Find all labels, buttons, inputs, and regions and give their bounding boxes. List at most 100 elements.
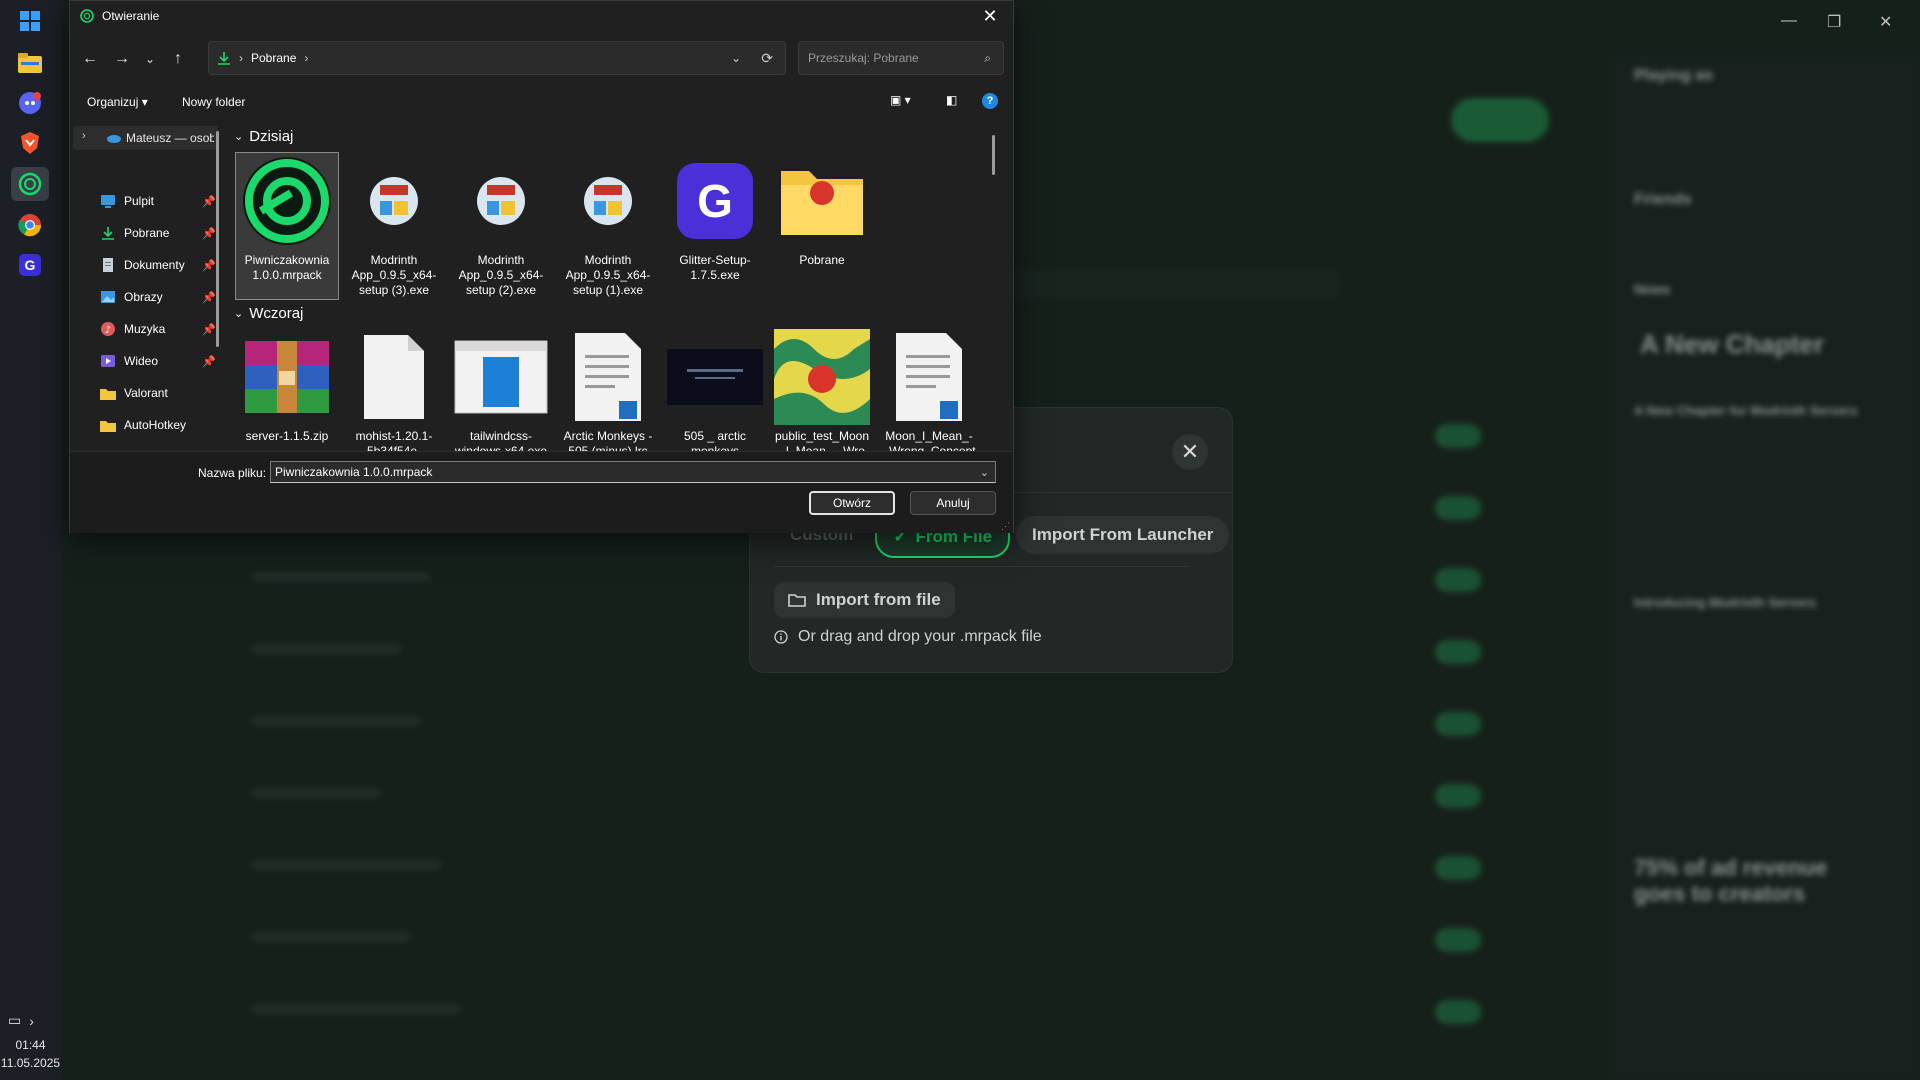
breadcrumb-pobrane[interactable]: Pobrane	[251, 51, 296, 65]
preview-pane-icon[interactable]: ◧	[946, 93, 957, 107]
file-item[interactable]: Modrinth App_0.9.5_x64-setup (1).exe	[557, 153, 659, 299]
file-item[interactable]: Piwniczakownia 1.0.0.mrpack	[235, 152, 339, 300]
drag-drop-hint: Or drag and drop your .mrpack file	[774, 628, 1042, 646]
file-item[interactable]: Modrinth App_0.9.5_x64-setup (3).exe	[343, 153, 445, 299]
cancel-button[interactable]: Anuluj	[910, 491, 996, 515]
nav-buttons: ← → ⌄ ↑	[74, 41, 194, 77]
file-item[interactable]: 505 _ arctic monkeys	[664, 329, 766, 451]
nav-label: Muzyka	[124, 322, 166, 336]
modrinth-taskbar-icon[interactable]	[11, 167, 49, 201]
nav-pobrane[interactable]: Pobrane 📌	[100, 221, 216, 245]
help-icon[interactable]: ?	[982, 93, 998, 109]
open-button[interactable]: Otwórz	[809, 491, 895, 515]
back-arrow-icon[interactable]: ←	[74, 43, 106, 75]
forward-arrow-icon[interactable]: →	[106, 43, 138, 75]
clock-time[interactable]: 01:44	[0, 1038, 61, 1052]
nav-pulpit[interactable]: Pulpit 📌	[100, 189, 216, 213]
modrinth-icon	[237, 153, 337, 249]
nav-label: Pulpit	[124, 194, 155, 208]
download-icon	[218, 52, 230, 65]
monitor-icon[interactable]: ▭	[8, 1012, 21, 1029]
pin-icon: 📌	[202, 291, 216, 304]
file-name: mohist-1.20.1-5b34f54e-server.jar	[355, 429, 433, 451]
organize-menu[interactable]: Organizuj ▾	[87, 95, 148, 109]
breadcrumb-chevron-icon[interactable]: ›	[304, 51, 308, 65]
chevron-right-icon[interactable]: ›	[29, 1013, 34, 1029]
download-icon	[102, 227, 114, 240]
search-box[interactable]: Przeszukaj: Pobrane ⌕	[798, 41, 1004, 75]
file-item[interactable]: Moon_I_Mean_-_Wrong_Concept_l	[878, 329, 980, 451]
file-item[interactable]: Arctic Monkeys - 505 (minus) lrc	[557, 329, 659, 451]
file-name: server-1.1.5.zip	[245, 429, 329, 443]
blank-file-icon	[344, 329, 444, 425]
up-arrow-icon[interactable]: ↑	[162, 43, 194, 75]
glitter-taskbar-icon[interactable]: G	[11, 248, 49, 282]
import-from-file-button[interactable]: Import from file	[774, 582, 955, 618]
address-dropdown-icon[interactable]: ⌄	[731, 51, 741, 65]
news-banner-title: A New Chapter	[1640, 329, 1824, 359]
file-item[interactable]: tailwindcss-windows-x64.exe	[450, 329, 552, 451]
discord-icon[interactable]	[11, 86, 49, 120]
tab-import-from-launcher[interactable]: Import From Launcher	[1016, 516, 1230, 554]
file-list: ⌄ Dzisiaj Piwniczakownia 1.0.0.mrpack Mod…	[226, 119, 996, 451]
promo-text: 75% of ad revenue goes to creators	[1634, 855, 1828, 906]
clock-date[interactable]: 11.05.2025	[0, 1056, 61, 1070]
search-icon: ⌕	[984, 50, 991, 65]
file-item[interactable]: mohist-1.20.1-5b34f54e-server.jar	[343, 329, 445, 451]
file-item[interactable]: public_test_Moon_I_Mean_-_Wro	[771, 329, 873, 451]
file-name: tailwindcss-windows-x64.exe	[454, 429, 548, 451]
dialog-title: Otwieranie	[102, 9, 160, 23]
dialog-titlebar[interactable]: Otwieranie ✕	[70, 1, 1013, 31]
pin-icon: 📌	[202, 355, 216, 368]
windows-start-icon[interactable]	[11, 4, 49, 38]
file-item[interactable]: Modrinth App_0.9.5_x64-setup (2).exe	[450, 153, 552, 299]
file-name: Piwniczakownia 1.0.0.mrpack	[244, 253, 330, 282]
news-item-title: A New Chapter for Modrinth Servers	[1634, 403, 1858, 418]
nav-valorant[interactable]: Valorant	[100, 381, 216, 405]
dialog-close-x[interactable]: ✕	[967, 1, 1013, 31]
brave-icon[interactable]	[11, 126, 49, 160]
group-header-today[interactable]: ⌄ Dzisiaj	[234, 128, 293, 145]
resize-grip-icon[interactable]: ⋰	[1001, 521, 1010, 532]
group-header-yesterday[interactable]: ⌄ Wczoraj	[234, 305, 303, 322]
onedrive-root[interactable]: › Mateusz — osobi	[73, 126, 218, 150]
desktop-icon	[101, 195, 115, 208]
chrome-icon[interactable]	[11, 208, 49, 242]
group-label: Dzisiaj	[249, 128, 294, 145]
nav-label: Obrazy	[124, 290, 163, 304]
dialog-close-button[interactable]: ✕	[1172, 434, 1208, 470]
refresh-icon[interactable]: ⟳	[761, 50, 773, 67]
file-explorer-icon[interactable]	[11, 46, 49, 80]
file-item[interactable]: Pobrane	[771, 153, 873, 299]
nav-dokumenty[interactable]: Dokumenty 📌	[100, 253, 216, 277]
file-item[interactable]: server-1.1.5.zip	[236, 329, 338, 451]
nav-wideo[interactable]: Wideo 📌	[100, 349, 216, 373]
address-bar[interactable]: › Pobrane › ⌄ ⟳	[208, 41, 786, 75]
nav-autohotkey[interactable]: AutoHotkey	[100, 413, 216, 437]
nav-muzyka[interactable]: ♪ Muzyka 📌	[100, 317, 216, 341]
filename-label: Nazwa pliku:	[198, 466, 267, 480]
file-item[interactable]: G Glitter-Setup-1.7.5.exe	[664, 153, 766, 299]
filename-input[interactable]: Piwniczakownia 1.0.0.mrpack ⌄	[270, 461, 996, 483]
cloud-icon	[107, 135, 121, 143]
recent-dropdown-icon[interactable]: ⌄	[138, 43, 162, 75]
navigation-pane: › Mateusz — osobi Pulpit 📌 Pobrane 📌 Dokum…	[70, 119, 220, 451]
new-folder-button[interactable]: Nowy folder	[182, 95, 245, 109]
content-scrollbar[interactable]	[992, 135, 995, 175]
expand-chevron-icon[interactable]: ›	[82, 130, 86, 142]
nav-label: AutoHotkey	[124, 418, 187, 432]
installer-icon	[558, 153, 658, 249]
taskbar-tray[interactable]: ▭ ›	[8, 1012, 34, 1029]
news-heading: News	[1634, 281, 1671, 297]
drag-drop-text: Or drag and drop your .mrpack file	[798, 628, 1042, 645]
folder-icon	[772, 153, 872, 249]
pin-icon: 📌	[202, 259, 216, 272]
winrar-icon	[237, 329, 337, 425]
nav-scrollbar[interactable]	[216, 131, 219, 347]
view-options-icon[interactable]: ▣ ▾	[890, 93, 911, 107]
file-name: Modrinth App_0.9.5_x64-setup (3).exe	[351, 253, 437, 297]
filename-dropdown-icon[interactable]: ⌄	[980, 466, 989, 479]
right-sidebar: Playing as Friends News A New Chapter A …	[1609, 55, 1920, 1080]
nav-obrazy[interactable]: Obrazy 📌	[100, 285, 216, 309]
dialog-footer: Nazwa pliku: Piwniczakownia 1.0.0.mrpack…	[70, 451, 1013, 533]
